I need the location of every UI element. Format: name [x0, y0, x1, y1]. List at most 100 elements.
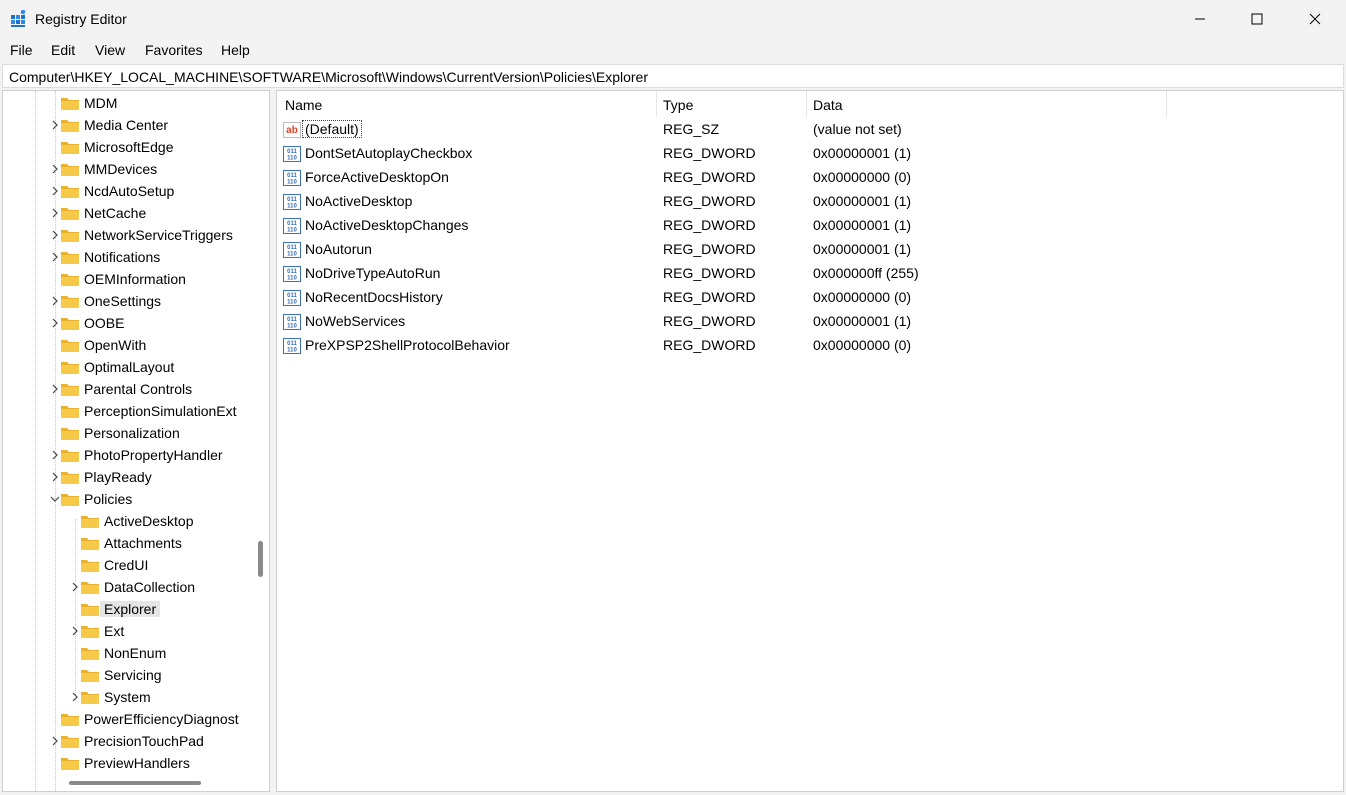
tree-vertical-scrollbar[interactable]: [258, 541, 263, 577]
column-divider[interactable]: [1166, 91, 1167, 117]
tree-item[interactable]: PowerEfficiencyDiagnost: [49, 708, 269, 730]
value-type: REG_DWORD: [663, 241, 756, 257]
tree-item[interactable]: OOBE: [49, 312, 269, 334]
tree-item-label: System: [104, 689, 151, 705]
binary-value-icon: 011110: [283, 290, 301, 306]
tree-item[interactable]: Ext: [69, 620, 269, 642]
svg-text:011: 011: [287, 269, 297, 275]
tree-item[interactable]: CredUI: [69, 554, 269, 576]
svg-text:011: 011: [287, 221, 297, 227]
menu-help[interactable]: Help: [221, 42, 250, 58]
address-path[interactable]: Computer\HKEY_LOCAL_MACHINE\SOFTWARE\Mic…: [9, 69, 648, 85]
svg-text:011: 011: [287, 173, 297, 179]
value-name: DontSetAutoplayCheckbox: [305, 145, 473, 161]
value-row[interactable]: 011 110 NoRecentDocsHistory REG_DWORD 0x0000…: [283, 286, 1333, 310]
folder-icon: [61, 472, 79, 484]
tree-item[interactable]: PrecisionTouchPad: [49, 730, 269, 752]
value-data: 0x00000001 (1): [813, 241, 912, 257]
tree-item-label: OOBE: [84, 315, 125, 331]
svg-text:110: 110: [287, 156, 297, 162]
binary-value-icon: 011110: [283, 338, 301, 354]
value-row[interactable]: 011 110 NoWebServices REG_DWORD 0x00000001 (…: [283, 310, 1333, 334]
title-bar[interactable]: Registry Editor: [0, 0, 1346, 38]
svg-text:110: 110: [287, 300, 297, 306]
menu-favorites[interactable]: Favorites: [145, 42, 203, 58]
tree-item[interactable]: MMDevices: [49, 158, 269, 180]
address-bar[interactable]: Computer\HKEY_LOCAL_MACHINE\SOFTWARE\Mic…: [2, 64, 1344, 88]
folder-icon: [61, 758, 79, 770]
tree-item[interactable]: PreviewHandlers: [49, 752, 269, 774]
tree-item[interactable]: Personalization: [49, 422, 269, 444]
tree-item-label: PhotoPropertyHandler: [84, 447, 223, 463]
value-type: REG_DWORD: [663, 145, 756, 161]
minimize-button[interactable]: [1171, 0, 1229, 38]
value-row[interactable]: ab (Default) REG_SZ (value not set): [283, 118, 1333, 142]
value-data: (value not set): [813, 121, 902, 137]
tree-item[interactable]: OpenWith: [49, 334, 269, 356]
tree-item[interactable]: Attachments: [69, 532, 269, 554]
folder-icon: [61, 362, 79, 374]
tree-item-label: Personalization: [84, 425, 180, 441]
tree-item[interactable]: DataCollection: [69, 576, 269, 598]
value-row[interactable]: 011 110 NoAutorun REG_DWORD 0x00000001 (1): [283, 238, 1333, 262]
tree-item[interactable]: NonEnum: [69, 642, 269, 664]
value-row[interactable]: 011 110 DontSetAutoplayCheckbox REG_DWORD 0x…: [283, 142, 1333, 166]
folder-icon: [61, 142, 79, 154]
value-name: NoActiveDesktop: [305, 193, 413, 209]
value-row[interactable]: 011 110 NoActiveDesktop REG_DWORD 0x00000001…: [283, 190, 1333, 214]
tree-item[interactable]: Servicing: [69, 664, 269, 686]
tree-item[interactable]: Policies: [49, 488, 269, 510]
svg-text:110: 110: [287, 276, 297, 282]
maximize-button[interactable]: [1228, 0, 1286, 38]
tree-item[interactable]: ActiveDesktop: [69, 510, 269, 532]
tree-item[interactable]: Parental Controls: [49, 378, 269, 400]
tree-item[interactable]: OEMInformation: [49, 268, 269, 290]
tree-item-label: DataCollection: [104, 579, 196, 595]
menu-view[interactable]: View: [95, 42, 125, 58]
folder-icon: [81, 516, 99, 528]
column-header-type[interactable]: Type: [663, 97, 693, 113]
value-row[interactable]: 011 110 ForceActiveDesktopOn REG_DWORD 0x000…: [283, 166, 1333, 190]
tree-item[interactable]: OneSettings: [49, 290, 269, 312]
tree-item[interactable]: MicrosoftEdge: [49, 136, 269, 158]
column-divider[interactable]: [656, 91, 657, 117]
tree-item[interactable]: OptimalLayout: [49, 356, 269, 378]
tree-item[interactable]: Explorer: [69, 598, 269, 620]
value-type: REG_DWORD: [663, 217, 756, 233]
svg-text:110: 110: [287, 228, 297, 234]
tree-item[interactable]: NetCache: [49, 202, 269, 224]
folder-icon: [61, 164, 79, 176]
tree-item[interactable]: MDM: [49, 92, 269, 114]
values-list-pane[interactable]: Name Type Data ab (Default) REG_SZ (value n…: [276, 90, 1344, 792]
folder-icon: [81, 538, 99, 550]
value-row[interactable]: 011 110 NoDriveTypeAutoRun REG_DWORD 0x00000…: [283, 262, 1333, 286]
tree-item[interactable]: System: [69, 686, 269, 708]
tree-item[interactable]: Media Center: [49, 114, 269, 136]
folder-icon: [61, 384, 79, 396]
folder-icon: [61, 714, 79, 726]
menu-file[interactable]: File: [10, 42, 33, 58]
tree-item-label: Notifications: [84, 249, 161, 265]
tree-item-label: PerceptionSimulationExt: [84, 403, 237, 419]
value-data: 0x00000001 (1): [813, 145, 912, 161]
tree-item[interactable]: Notifications: [49, 246, 269, 268]
column-divider[interactable]: [806, 91, 807, 117]
value-row[interactable]: 011 110 NoActiveDesktopChanges REG_DWORD 0x0…: [283, 214, 1333, 238]
tree-item[interactable]: PhotoPropertyHandler: [49, 444, 269, 466]
tree-item[interactable]: PlayReady: [49, 466, 269, 488]
menu-edit[interactable]: Edit: [51, 42, 75, 58]
folder-icon: [61, 296, 79, 308]
column-header-data[interactable]: Data: [813, 97, 843, 113]
value-name: ForceActiveDesktopOn: [305, 169, 449, 185]
key-tree-pane[interactable]: MDM Media Center MicrosoftEdge MMDevices Ncd…: [2, 90, 270, 792]
value-row[interactable]: 011 110 PreXPSP2ShellProtocolBehavior REG_D…: [283, 334, 1333, 358]
tree-item-label: Policies: [84, 491, 133, 507]
tree-item[interactable]: NetworkServiceTriggers: [49, 224, 269, 246]
tree-horizontal-scrollbar[interactable]: [69, 781, 201, 785]
tree-item-label: NetCache: [84, 205, 147, 221]
folder-icon: [81, 582, 99, 594]
column-header-name[interactable]: Name: [285, 97, 322, 113]
tree-item[interactable]: NcdAutoSetup: [49, 180, 269, 202]
close-button[interactable]: [1286, 0, 1344, 38]
tree-item[interactable]: PerceptionSimulationExt: [49, 400, 269, 422]
